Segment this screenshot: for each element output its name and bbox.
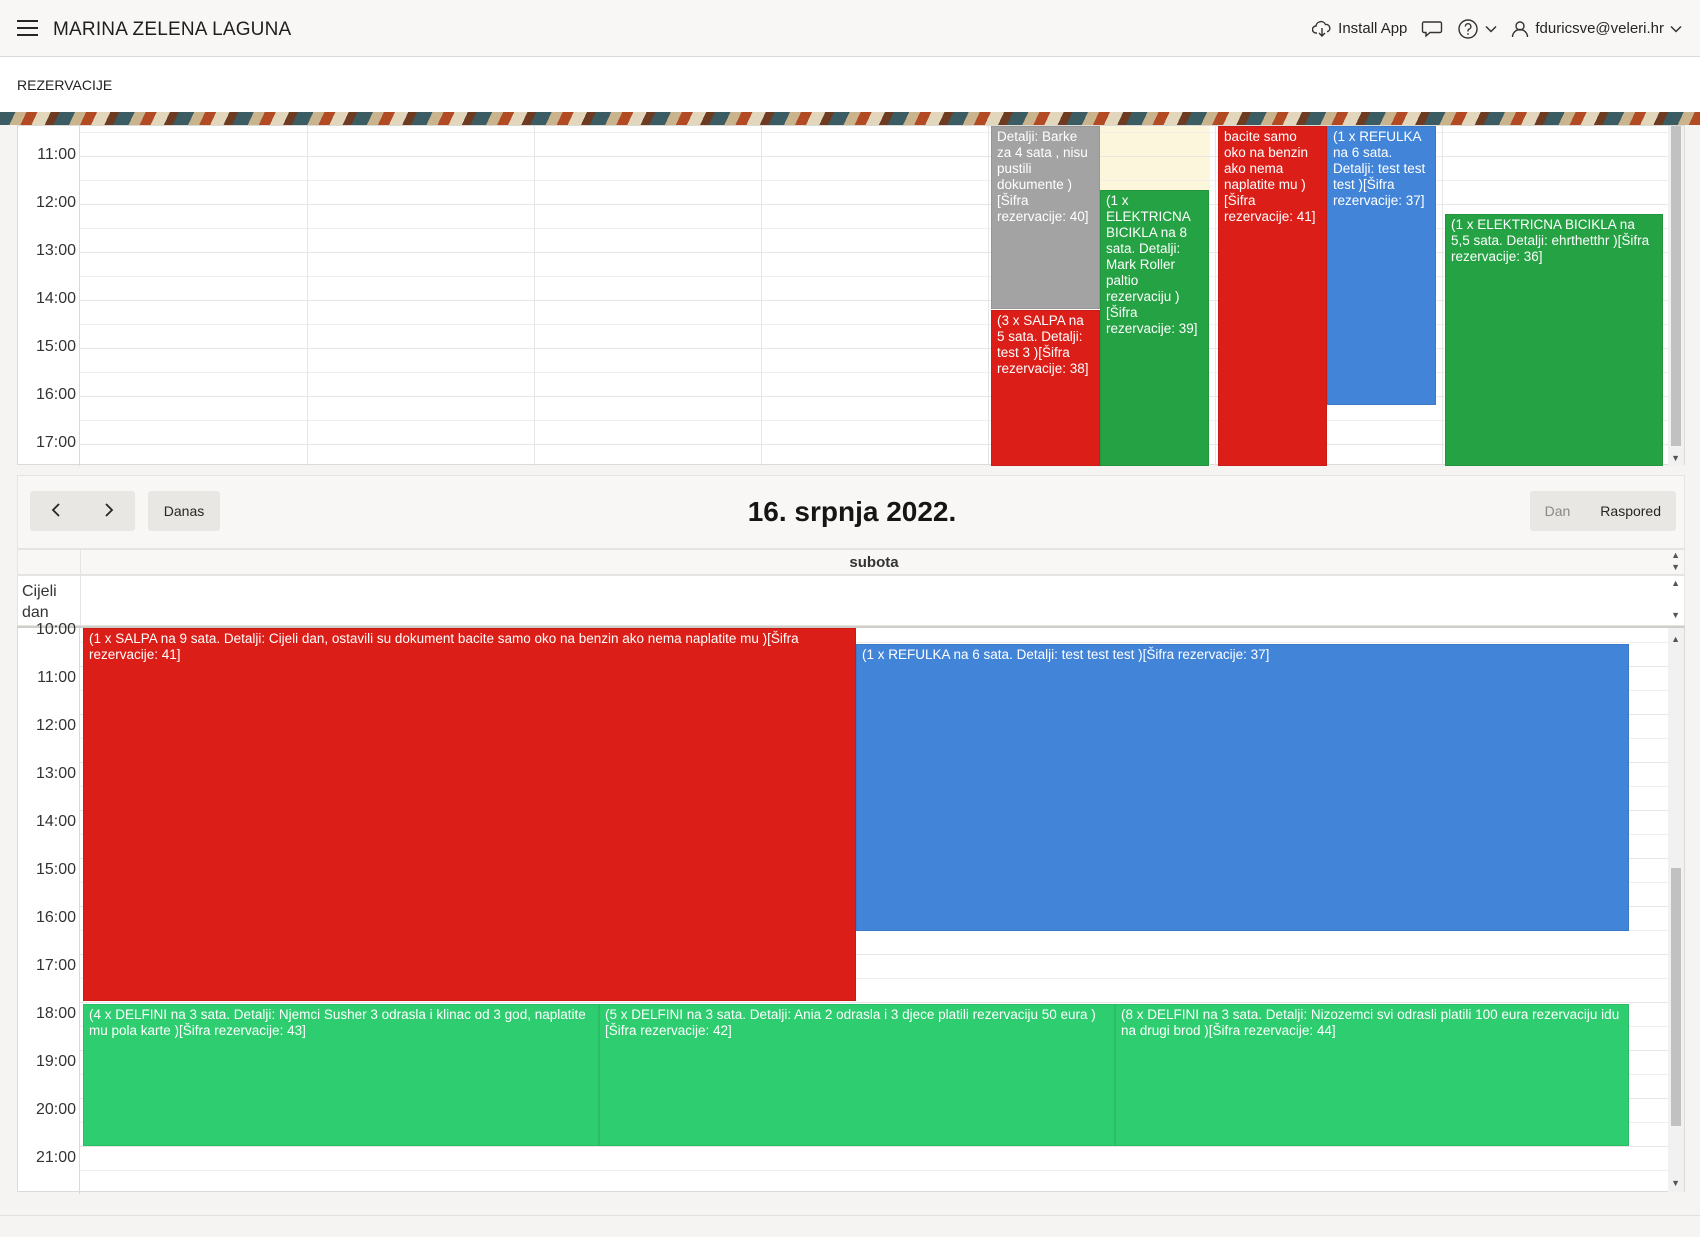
calendar-event[interactable]: bacite samo oko na benzin ako nema napla…: [1218, 126, 1327, 466]
user-name: fduricsve@veleri.hr: [1535, 20, 1664, 37]
current-date-title: 16. srpnja 2022.: [747, 496, 957, 527]
time-axis: 10:00 11:00 12:00 13:00 14:00 15:00 16:0…: [18, 621, 80, 1194]
time-label: 15:00: [35, 338, 76, 355]
chevron-down-icon: [1485, 25, 1497, 33]
install-app-label: Install App: [1338, 20, 1408, 37]
week-calendar[interactable]: 11:00 12:00 13:00 14:00 15:00 16:00 17:0…: [17, 125, 1685, 466]
calendar-event[interactable]: (4 x DELFINI na 3 sata. Detalji: Njemci …: [83, 1004, 599, 1146]
calendar-event[interactable]: (5 x DELFINI na 3 sata. Detalji: Ania 2 …: [599, 1004, 1115, 1146]
day-name: subota: [849, 554, 899, 571]
time-label: 17:00: [35, 434, 76, 451]
calendar-event[interactable]: (3 x SALPA na 5 sata. Detalji: test 3 )[…: [991, 310, 1100, 466]
time-label: 17:00: [35, 957, 76, 974]
time-axis: 11:00 12:00 13:00 14:00 15:00 16:00 17:0…: [18, 126, 80, 466]
day-header: subota ▲ ▼: [17, 549, 1685, 576]
help-icon: [1457, 18, 1479, 40]
breadcrumb-bar: REZERVACIJE: [0, 57, 1700, 112]
time-label: 13:00: [35, 765, 76, 782]
page-footer: [0, 1215, 1700, 1237]
time-label: 12:00: [35, 717, 76, 734]
time-label: 10:00: [35, 621, 76, 638]
time-label: 18:00: [35, 1005, 76, 1022]
calendar-event[interactable]: (1 x ELEKTRICNA BICIKLA na 5,5 sata. Det…: [1445, 214, 1663, 466]
scrollbar-thumb[interactable]: [1671, 126, 1681, 446]
time-label: 14:00: [35, 290, 76, 307]
feedback-button[interactable]: [1421, 20, 1443, 38]
allday-label: Cijeli dan: [22, 583, 57, 621]
help-menu-button[interactable]: [1457, 18, 1497, 40]
calendar-event[interactable]: Detalji: Barke za 4 sata , nisu pustili …: [991, 126, 1100, 309]
time-label: 14:00: [35, 813, 76, 830]
chevron-down-icon: [1670, 25, 1682, 33]
time-label: 16:00: [35, 909, 76, 926]
menu-icon[interactable]: [17, 20, 38, 36]
user-icon: [1511, 20, 1529, 38]
scroll-down-arrow[interactable]: ▼: [1671, 562, 1680, 572]
scroll-up-arrow[interactable]: ▲: [1671, 550, 1680, 560]
time-label: 16:00: [35, 386, 76, 403]
time-label: 20:00: [35, 1101, 76, 1118]
time-label: 11:00: [37, 669, 76, 686]
app-title[interactable]: MARINA ZELENA LAGUNA: [53, 19, 291, 41]
view-schedule-button[interactable]: Raspored: [1585, 491, 1676, 531]
calendar-event[interactable]: (8 x DELFINI na 3 sata. Detalji: Nizozem…: [1115, 1004, 1629, 1146]
time-label: 21:00: [35, 1149, 76, 1166]
scroll-down-arrow[interactable]: ▼: [1671, 453, 1680, 463]
day-calendar[interactable]: 10:00 11:00 12:00 13:00 14:00 15:00 16:0…: [17, 621, 1685, 1194]
time-label: 13:00: [35, 242, 76, 259]
calendar-toolbar: Danas 16. srpnja 2022. Dan Raspored: [17, 475, 1685, 549]
install-app-button[interactable]: Install App: [1312, 20, 1407, 38]
breadcrumb: REZERVACIJE: [17, 77, 113, 93]
scroll-down-arrow[interactable]: ▼: [1671, 610, 1680, 620]
chat-bubble-icon: [1421, 20, 1443, 38]
scroll-up-arrow[interactable]: ▲: [1671, 578, 1680, 588]
calendar-event[interactable]: (1 x REFULKA na 6 sata. Detalji: test te…: [1327, 126, 1436, 405]
view-day-button[interactable]: Dan: [1530, 491, 1586, 531]
allday-row: Cijeli dan ▲ ▼: [17, 575, 1685, 627]
time-label: 19:00: [35, 1053, 76, 1070]
time-label: 15:00: [35, 861, 76, 878]
scroll-down-arrow[interactable]: ▼: [1671, 1178, 1680, 1188]
decorative-banner: [0, 112, 1700, 125]
scrollbar-thumb[interactable]: [1671, 868, 1681, 1126]
view-switcher: Dan Raspored: [1529, 491, 1676, 531]
calendar-event[interactable]: (1 x SALPA na 9 sata. Detalji: Cijeli da…: [83, 628, 856, 1001]
scroll-up-arrow[interactable]: ▲: [1671, 634, 1680, 644]
time-label: 12:00: [35, 194, 76, 211]
app-header: MARINA ZELENA LAGUNA Install App fdurics…: [0, 0, 1700, 57]
user-menu-button[interactable]: fduricsve@veleri.hr: [1511, 20, 1682, 38]
calendar-event[interactable]: (1 x ELEKTRICNA BICIKLA na 8 sata. Detal…: [1100, 190, 1209, 466]
time-label: 11:00: [37, 146, 76, 163]
calendar-event[interactable]: (1 x REFULKA na 6 sata. Detalji: test te…: [856, 644, 1629, 931]
cloud-download-icon: [1312, 20, 1332, 38]
